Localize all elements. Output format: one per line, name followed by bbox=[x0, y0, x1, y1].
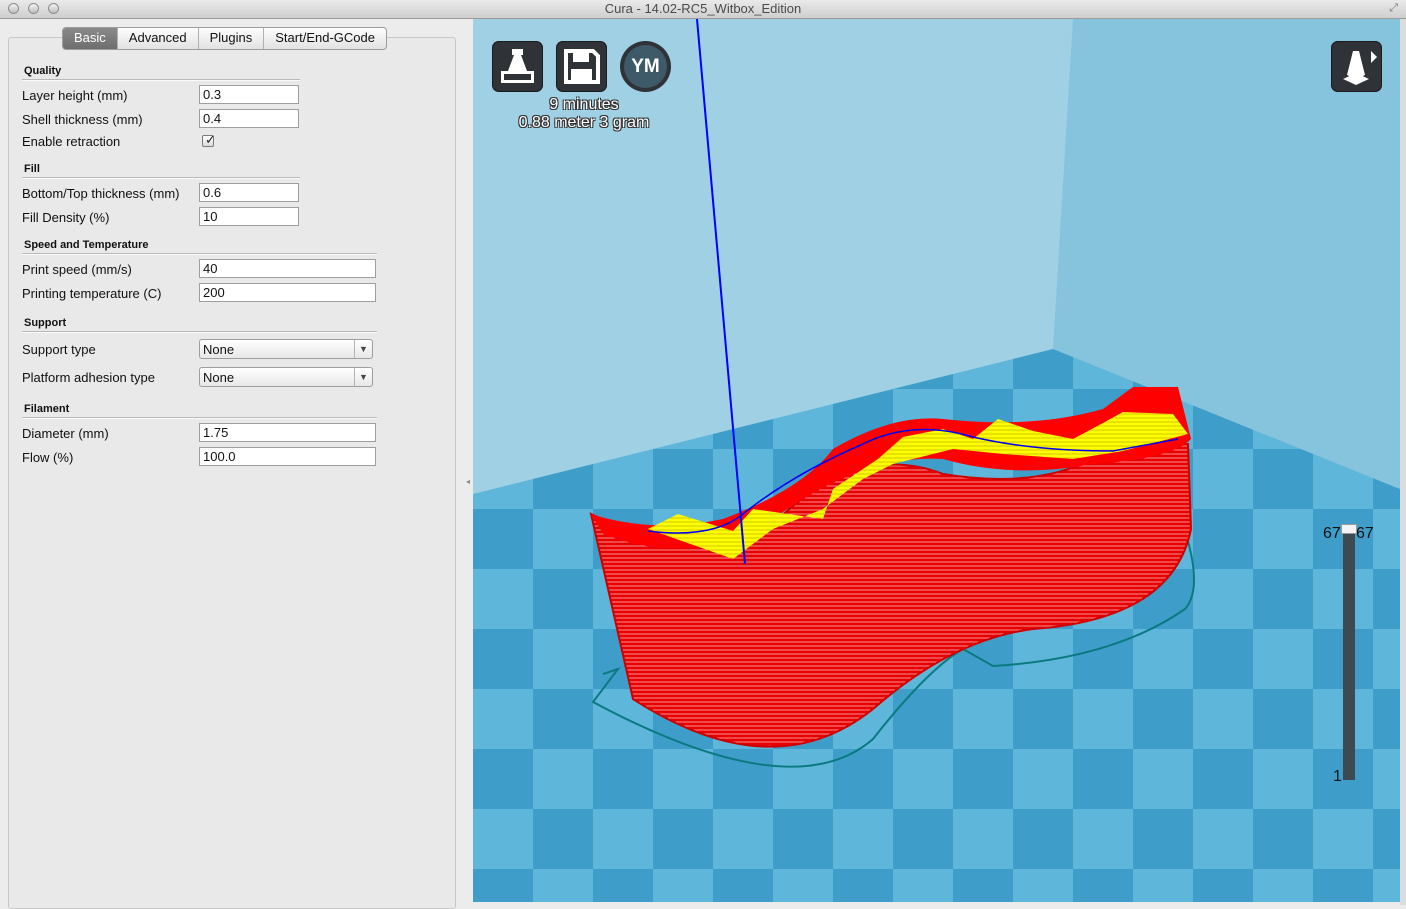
fill-density-label: Fill Density (%) bbox=[22, 210, 110, 225]
diameter-input[interactable] bbox=[199, 423, 376, 442]
layer-height-input[interactable] bbox=[199, 85, 299, 104]
view-mode-icon bbox=[1343, 51, 1377, 85]
enable-retraction-label: Enable retraction bbox=[22, 134, 121, 149]
tab-basic[interactable]: Basic bbox=[63, 28, 118, 49]
window-title: Cura - 14.02-RC5_Witbox_Edition bbox=[604, 1, 802, 16]
shell-thickness-input[interactable] bbox=[199, 109, 299, 128]
printing-temperature-label: Printing temperature (C) bbox=[22, 286, 162, 301]
print-button[interactable] bbox=[492, 41, 543, 92]
support-type-select[interactable]: None ▼ bbox=[199, 339, 373, 359]
bottom-top-thickness-input[interactable] bbox=[199, 183, 299, 202]
section-quality: Quality bbox=[24, 65, 62, 77]
layer-max-right: 67 bbox=[1356, 525, 1374, 542]
layer-slider[interactable] bbox=[1343, 526, 1355, 780]
divider bbox=[22, 253, 377, 255]
scene bbox=[473, 19, 1400, 902]
settings-tabs: Basic Advanced Plugins Start/End-GCode bbox=[62, 27, 387, 50]
enable-retraction-checkbox[interactable]: ✓ bbox=[202, 132, 216, 147]
divider bbox=[22, 177, 300, 179]
window-edge bbox=[1400, 19, 1406, 905]
fullscreen-icon[interactable]: ⤢ bbox=[1389, 2, 1398, 15]
support-type-value: None bbox=[203, 342, 235, 357]
print-speed-label: Print speed (mm/s) bbox=[22, 262, 132, 277]
print-time: 9 minutes bbox=[549, 96, 619, 113]
fill-density-input[interactable] bbox=[199, 207, 299, 226]
platform-adhesion-label: Platform adhesion type bbox=[22, 370, 155, 385]
support-type-label: Support type bbox=[22, 342, 96, 357]
save-button[interactable] bbox=[556, 41, 607, 92]
save-icon bbox=[564, 49, 600, 84]
section-speed-temperature: Speed and Temperature bbox=[24, 239, 149, 251]
tab-plugins[interactable]: Plugins bbox=[199, 28, 265, 49]
layer-slider-handle[interactable] bbox=[1341, 524, 1357, 534]
tab-start-end-gcode[interactable]: Start/End-GCode bbox=[264, 28, 386, 49]
layer-height-label: Layer height (mm) bbox=[22, 88, 128, 103]
diameter-label: Diameter (mm) bbox=[22, 426, 109, 441]
dropdown-arrow-icon: ▼ bbox=[354, 340, 372, 358]
printing-temperature-input[interactable] bbox=[199, 283, 376, 302]
3d-viewport[interactable]: YM 9 minutes 0.88 meter 3 gram 67 67 1 bbox=[473, 19, 1400, 902]
section-filament: Filament bbox=[24, 403, 70, 415]
bottom-top-thickness-label: Bottom/Top thickness (mm) bbox=[22, 186, 180, 201]
settings-panel: Basic Advanced Plugins Start/End-GCode Q… bbox=[0, 19, 470, 909]
flow-input[interactable] bbox=[199, 447, 376, 466]
view-mode-button[interactable] bbox=[1331, 41, 1382, 92]
ym-button[interactable]: YM bbox=[620, 41, 671, 92]
material-usage: 0.88 meter 3 gram bbox=[518, 114, 650, 131]
dropdown-arrow-icon: ▼ bbox=[354, 368, 372, 386]
platform-adhesion-value: None bbox=[203, 370, 235, 385]
splitter-handle[interactable]: ◂ bbox=[466, 477, 470, 486]
checkmark-icon: ✓ bbox=[205, 132, 216, 147]
layer-max-left: 67 bbox=[1323, 525, 1341, 542]
layer-min: 1 bbox=[1333, 768, 1342, 785]
divider bbox=[22, 417, 377, 419]
platform-adhesion-select[interactable]: None ▼ bbox=[199, 367, 373, 387]
section-support: Support bbox=[24, 317, 67, 329]
divider bbox=[22, 79, 300, 81]
ym-label: YM bbox=[624, 45, 667, 88]
tab-advanced[interactable]: Advanced bbox=[118, 28, 199, 49]
divider bbox=[22, 331, 377, 333]
section-fill: Fill bbox=[24, 163, 40, 175]
shell-thickness-label: Shell thickness (mm) bbox=[22, 112, 143, 127]
flow-label: Flow (%) bbox=[22, 450, 74, 465]
print-speed-input[interactable] bbox=[199, 259, 376, 278]
print-icon bbox=[501, 49, 534, 83]
settings-group bbox=[8, 37, 456, 909]
title-bar: Cura - 14.02-RC5_Witbox_Edition ⤢ bbox=[0, 0, 1406, 19]
